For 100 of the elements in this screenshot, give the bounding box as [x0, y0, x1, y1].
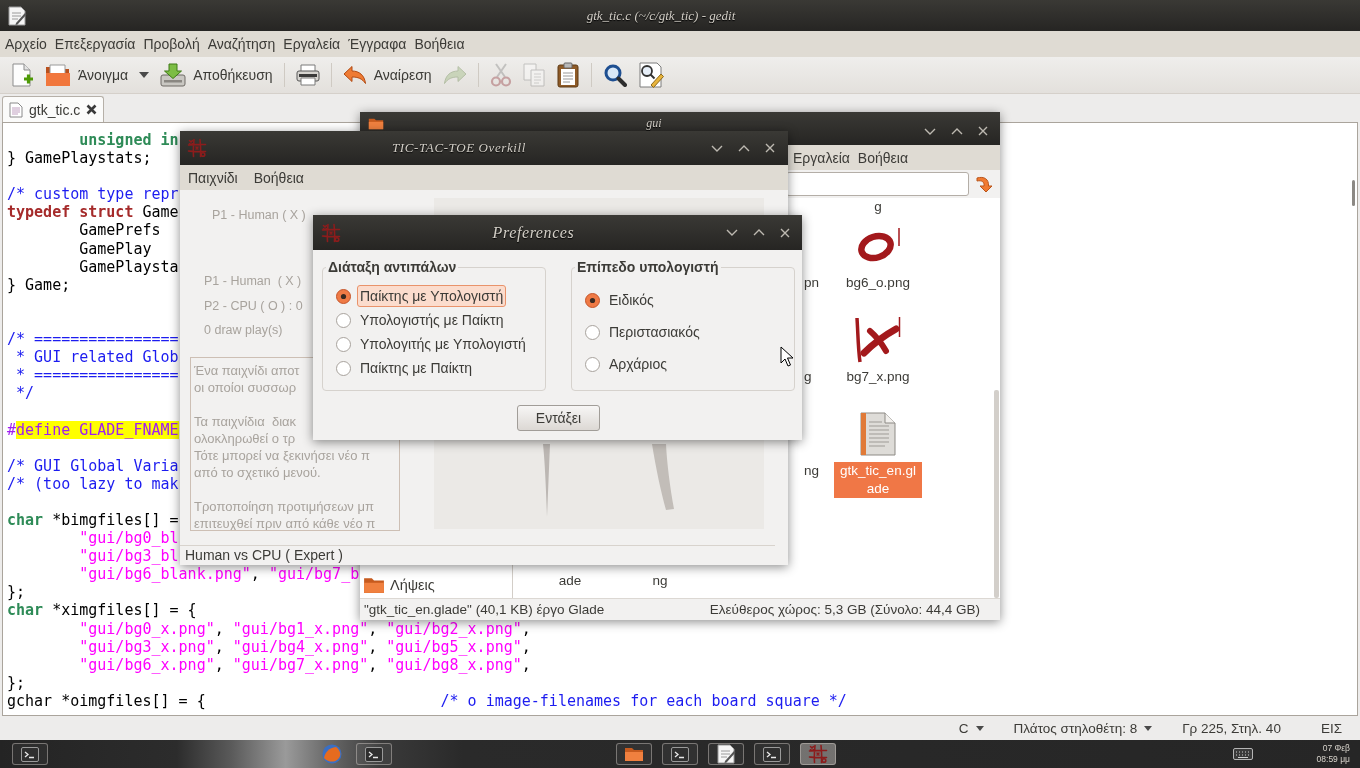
undo-button[interactable]: Αναίρεση	[339, 60, 435, 90]
menu-item[interactable]: Επεξεργασία	[50, 34, 140, 54]
chevron-down-icon[interactable]	[726, 229, 738, 236]
code-line: "gui/bg0_x.png", "gui/bg1_x.png", "gui/bg2_x.png",	[79, 619, 531, 638]
grid-sketch-icon	[187, 138, 207, 158]
radio-label[interactable]: Αρχάριος	[606, 353, 670, 375]
file-label[interactable]: ng	[648, 572, 672, 590]
radio-label[interactable]: Περιστασιακός	[606, 321, 703, 343]
terminal-icon	[365, 746, 383, 762]
menu-item[interactable]: Εργαλεία	[279, 34, 345, 54]
menu-item[interactable]: Βοήθεια	[410, 34, 469, 54]
open-button[interactable]: Άνοιγμα	[42, 60, 132, 90]
radio-label[interactable]: Παίκτης με Παίκτη	[357, 357, 476, 379]
window-title: gtk_tic.c (~/c/gtk_tic) - gedit	[586, 7, 736, 24]
code-line: char *bimgfiles[] =	[7, 510, 179, 529]
keyboard-icon[interactable]	[1232, 748, 1253, 760]
find-replace-icon	[637, 62, 664, 88]
caret-icon	[975, 725, 984, 731]
radio-label[interactable]: Υπολογιτής με Υπολογιστή	[357, 333, 529, 355]
o-thumbnail-icon[interactable]	[855, 228, 901, 264]
info-text-line: ολοκληρωθεί ο τρ	[194, 429, 296, 447]
globe-icon	[322, 744, 342, 764]
info-text-line: από το σχετικό μενού.	[194, 463, 321, 481]
score-text: P2 - CPU ( O ) : 0	[204, 297, 303, 315]
info-text-line: Τότε μπορεί να ξεκινήσει νέο π	[194, 446, 371, 464]
undo-icon	[342, 65, 367, 85]
file-label[interactable]: g	[870, 198, 886, 216]
printer-icon	[295, 64, 320, 86]
menu-item[interactable]: Εργαλεία	[789, 147, 854, 168]
clock-time: 08:59 μμ	[1316, 754, 1350, 765]
code-line: "gui/bg3_bl	[79, 547, 179, 566]
radio-button[interactable]	[585, 292, 600, 308]
chevron-up-icon[interactable]	[951, 127, 963, 135]
radio-button[interactable]	[336, 312, 351, 328]
file-tab[interactable]: gtk_tic.c	[2, 96, 105, 122]
code-line: #define GLADE_FNAME	[7, 420, 179, 439]
caret-icon	[139, 72, 150, 78]
file-label[interactable]: ng	[800, 462, 824, 480]
close-icon[interactable]	[780, 227, 790, 238]
close-icon[interactable]	[978, 126, 988, 136]
chevron-down-icon[interactable]	[924, 127, 936, 135]
code-line: */	[16, 384, 35, 403]
status-dropdown[interactable]: Πλάτος στηλοθέτη: 8	[1013, 720, 1153, 736]
code-line: /* ================	[7, 330, 179, 349]
code-line: GamePlay	[79, 239, 152, 258]
document-icon[interactable]	[860, 412, 896, 456]
radio-label[interactable]: Υπολογιστής με Παίκτη	[357, 309, 507, 331]
menu-item[interactable]: Παιχνίδι	[180, 167, 246, 188]
file-label[interactable]: bg6_o.png	[842, 274, 914, 292]
terminal-icon	[763, 746, 781, 762]
radio-label[interactable]: Ειδικός	[606, 289, 657, 311]
document-icon	[9, 101, 23, 118]
file-label[interactable]: ade	[554, 572, 586, 590]
file-label[interactable]: pn	[800, 274, 824, 292]
code-line: };	[7, 583, 26, 602]
grid-sketch-icon	[808, 744, 828, 764]
code-line: "gui/bg6_x.png", "gui/bg7_x.png", "gui/bg8_x.png",	[79, 655, 531, 674]
radio-label[interactable]: Παίκτης με Υπολογιστή	[357, 285, 507, 307]
terminal-icon	[21, 746, 39, 762]
close-icon[interactable]	[765, 143, 775, 153]
radio-button[interactable]	[336, 336, 351, 352]
code-line: /* (too lazy to mak	[7, 474, 179, 493]
folder-icon	[368, 117, 384, 130]
close-icon[interactable]	[86, 104, 98, 115]
radio-button[interactable]	[336, 360, 351, 376]
taskbar-button[interactable]	[708, 743, 744, 765]
window-title: gui	[646, 117, 662, 130]
menu-item[interactable]: Αναζήτηση	[203, 34, 280, 54]
chevron-up-icon[interactable]	[738, 144, 750, 152]
file-label[interactable]: g	[800, 368, 816, 386]
chevron-up-icon[interactable]	[753, 229, 765, 236]
clipboard-icon	[555, 62, 580, 88]
ok-button[interactable]: Εντάξει	[517, 405, 600, 431]
radio-button[interactable]	[336, 288, 351, 304]
status-text: Human vs CPU ( Expert )	[185, 546, 343, 565]
code-line: * ================	[16, 366, 179, 385]
status-dropdown[interactable]: C	[958, 720, 984, 736]
menu-item[interactable]: Βοήθεια	[245, 167, 312, 188]
file-label[interactable]: bg7_x.png	[842, 368, 914, 386]
scissors-icon	[489, 63, 512, 87]
taskbar-button[interactable]	[616, 743, 652, 765]
menu-item[interactable]: Αρχείο	[1, 34, 51, 54]
frame-label: Επίπεδο υπολογιστή	[576, 258, 720, 276]
status-text: Γρ 225, Στηλ. 40	[1182, 720, 1281, 736]
save-button[interactable]: Αποθήκευση	[157, 60, 276, 90]
sidebar-item[interactable]: Λήψεις	[363, 574, 435, 596]
taskbar-button[interactable]	[12, 743, 48, 765]
location-field[interactable]	[786, 172, 969, 196]
window-title: TIC-TAC-TOE Overkill	[392, 140, 526, 156]
menu-item[interactable]: Προβολή	[139, 34, 204, 54]
chevron-down-icon[interactable]	[711, 144, 723, 152]
go-arrow-icon[interactable]	[975, 175, 993, 193]
menu-item[interactable]: Βοήθεια	[853, 147, 912, 168]
radio-button[interactable]	[585, 356, 600, 372]
x-thumbnail-icon[interactable]	[855, 317, 901, 363]
menu-item[interactable]: Έγγραφα	[344, 34, 411, 54]
new-document-icon	[10, 63, 34, 87]
scrollbar[interactable]	[1352, 180, 1355, 206]
radio-button[interactable]	[585, 324, 600, 340]
scrollbar[interactable]	[993, 390, 999, 598]
